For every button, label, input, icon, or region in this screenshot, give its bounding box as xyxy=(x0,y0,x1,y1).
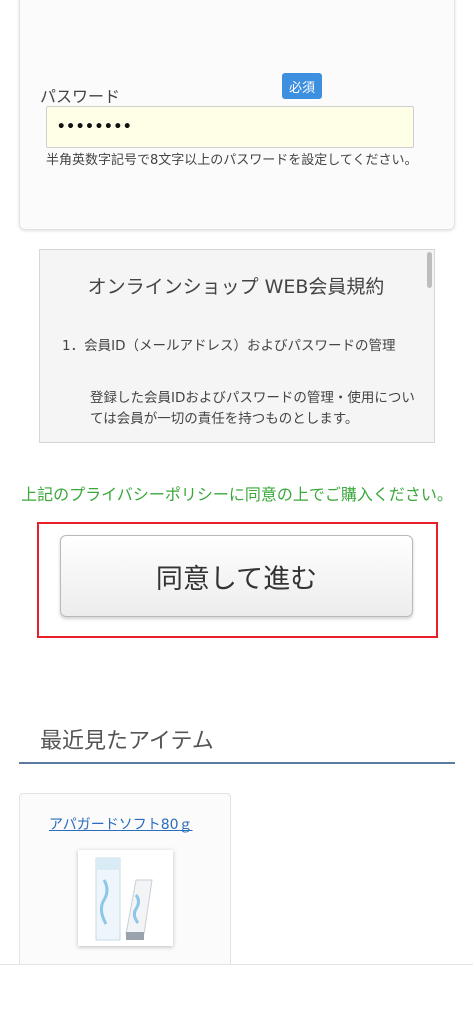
toothpaste-product-icon xyxy=(78,850,173,946)
terms-title: オンラインショップ WEB会員規約 xyxy=(87,276,385,298)
terms-scroll-box[interactable]: オンラインショップ WEB会員規約 1．会員ID（メールアドレス）およびパスワー… xyxy=(39,249,435,443)
password-form-card: パスワード 必須 半角英数字記号で8文字以上のパスワードを設定してください。 xyxy=(19,0,455,230)
password-hint: 半角英数字記号で8文字以上のパスワードを設定してください。 xyxy=(46,153,418,168)
terms-section-1-heading: 1．会員ID（メールアドレス）およびパスワードの管理 xyxy=(62,338,396,354)
recent-items-divider xyxy=(19,762,455,764)
password-label: パスワード xyxy=(40,87,121,106)
product-image[interactable] xyxy=(78,850,173,946)
agree-and-proceed-button[interactable]: 同意して進む xyxy=(60,535,413,617)
privacy-note: 上記のプライバシーポリシーに同意の上でご購入ください。 xyxy=(21,485,453,504)
required-badge: 必須 xyxy=(282,73,322,99)
terms-section-1-body: 登録した会員IDおよびパスワードの管理・使用については会員が一切の責任を持つもの… xyxy=(90,390,415,427)
recent-item-card[interactable]: アパガードソフト80ｇ xyxy=(19,793,231,973)
password-field[interactable] xyxy=(46,106,414,148)
recent-items-heading: 最近見たアイテム xyxy=(40,729,214,754)
recent-item-link[interactable]: アパガードソフト80ｇ xyxy=(49,814,193,834)
bottom-bar xyxy=(0,964,473,1024)
